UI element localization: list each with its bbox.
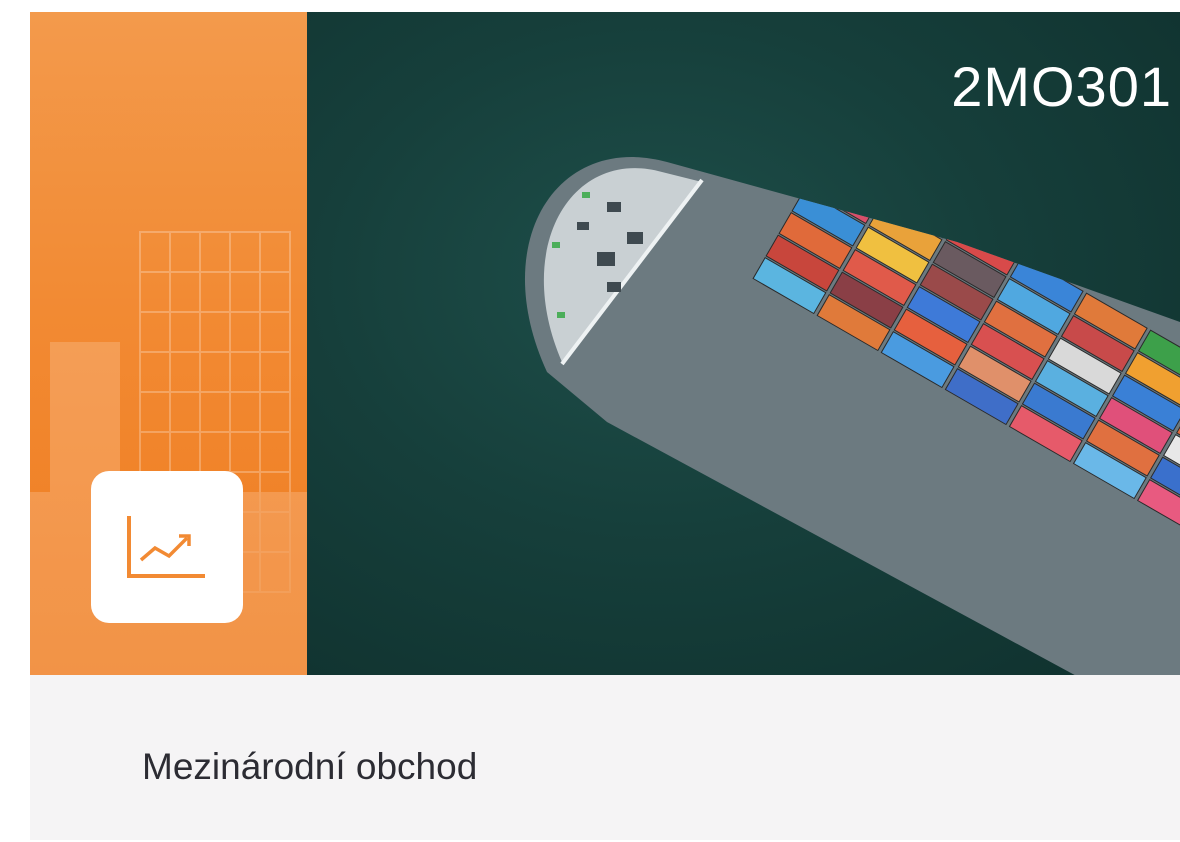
course-title[interactable]: Mezinárodní obchod — [142, 746, 477, 788]
container-ship-photo: 2MO301 — [307, 12, 1180, 675]
course-banner: 2MO301 — [30, 12, 1180, 675]
line-chart-trend-icon — [127, 516, 205, 578]
course-code: 2MO301 — [951, 55, 1172, 118]
orange-side-panel — [30, 12, 307, 675]
course-card[interactable]: 2MO301 Mezinárodní obchod — [30, 12, 1180, 840]
course-icon-tile — [91, 471, 243, 623]
